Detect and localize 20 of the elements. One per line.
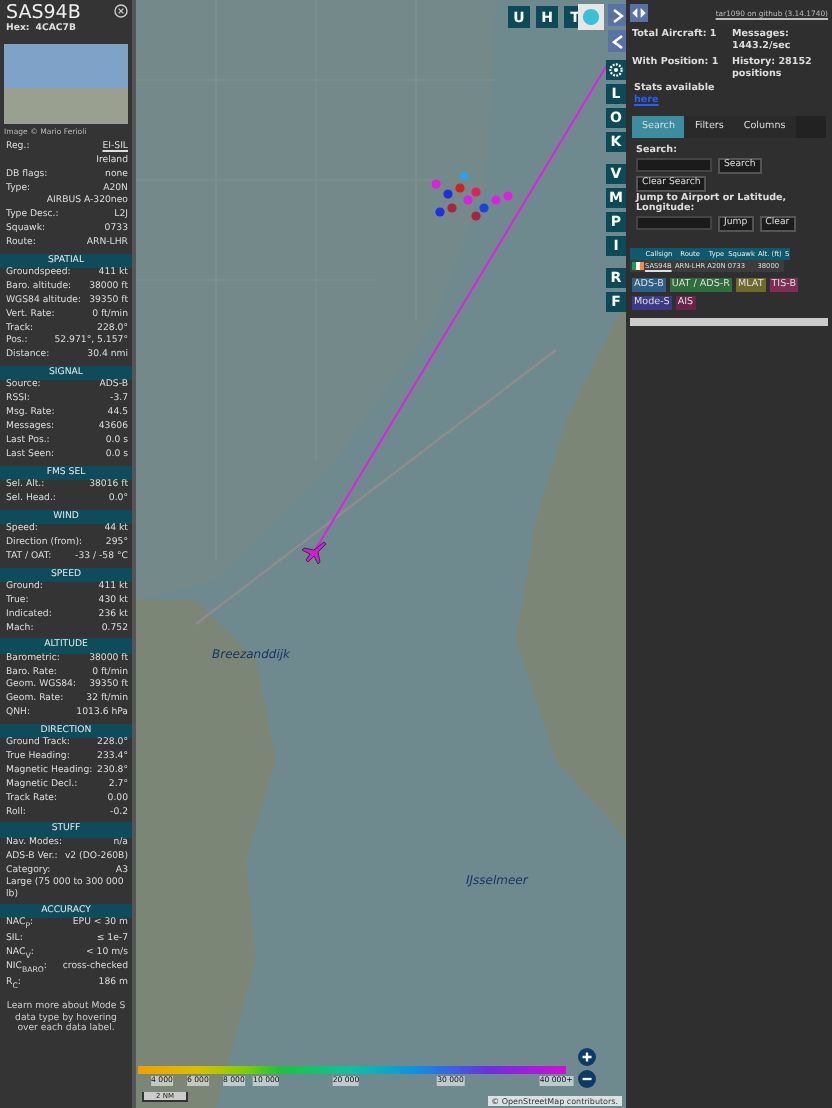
aircraft-markers-drawing[interactable] bbox=[432, 170, 516, 222]
photo-placeholder bbox=[4, 44, 128, 124]
double-arrow-icon bbox=[632, 8, 646, 18]
collapse-button[interactable] bbox=[608, 30, 626, 52]
aircraft-icon[interactable] bbox=[300, 538, 328, 566]
expand-button[interactable] bbox=[608, 4, 626, 26]
close-icon[interactable] bbox=[114, 4, 128, 18]
search-field[interactable] bbox=[636, 158, 712, 173]
globe-icon bbox=[582, 8, 600, 26]
flag-icon bbox=[631, 261, 643, 270]
settings-button[interactable] bbox=[606, 60, 626, 80]
chevron-left-icon bbox=[611, 33, 623, 49]
settings-icon bbox=[608, 62, 624, 78]
callsign-title: SAS94B bbox=[6, 4, 81, 24]
panel-toggle-button[interactable] bbox=[630, 4, 648, 22]
jump-field[interactable] bbox=[636, 216, 712, 231]
chevron-right-icon bbox=[611, 7, 623, 23]
zoom-out-icon[interactable] bbox=[578, 1070, 596, 1088]
zoom-in-icon[interactable] bbox=[578, 1048, 596, 1066]
scrollbar[interactable] bbox=[630, 317, 828, 326]
